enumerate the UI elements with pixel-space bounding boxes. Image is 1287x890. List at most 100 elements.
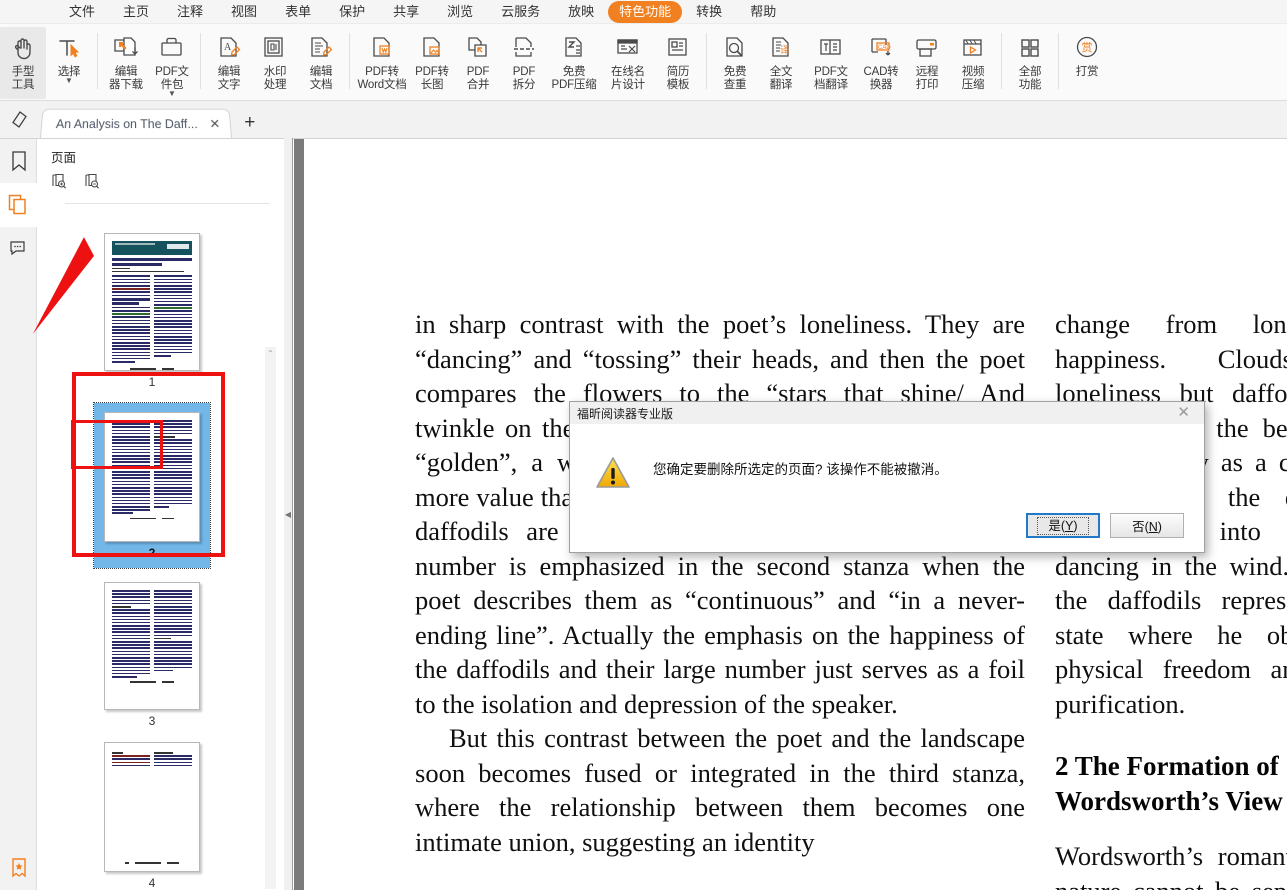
resume-template-button[interactable]: 简历 模板 xyxy=(655,27,701,92)
watermark-label: 水印 处理 xyxy=(264,66,287,92)
close-icon[interactable]: ✕ xyxy=(207,116,223,132)
sidebar-item-pages[interactable] xyxy=(0,183,37,227)
panel-divider xyxy=(65,203,270,204)
menu-item-home[interactable]: 主页 xyxy=(109,1,163,23)
video-compress-button[interactable]: 视频 压缩 xyxy=(950,27,996,92)
menu-item-convert[interactable]: 转换 xyxy=(682,1,736,23)
full-text-translate-icon: 译 xyxy=(767,31,795,65)
thumbnail-item[interactable]: 4 xyxy=(37,742,267,890)
zoom-in-page-icon[interactable] xyxy=(51,173,68,195)
ribbon-group-conversion: PDF转 Word文档 PDF转 长图 xyxy=(355,27,701,99)
menu-item-file[interactable]: 文件 xyxy=(55,1,109,23)
plagiarism-check-button[interactable]: 免费 查重 xyxy=(712,27,758,92)
page-thumbnail-1[interactable] xyxy=(104,233,200,371)
select-text-button[interactable]: 选择 ▼ xyxy=(46,27,92,84)
page-number-label: 3 xyxy=(149,714,156,728)
dialog-title: 福昕阅读器专业版 xyxy=(577,405,673,422)
edit-text-button[interactable]: A 编辑 文字 xyxy=(206,27,252,92)
resume-template-label: 简历 模板 xyxy=(667,66,690,92)
dialog-message: 您确定要删除所选定的页面? 该操作不能被撤消。 xyxy=(653,454,948,479)
cad-converter-button[interactable]: CAD CAD转 换器 xyxy=(858,27,904,92)
main-menu-bar: 文件 主页 注释 视图 表单 保护 共享 浏览 云服务 放映 特色功能 转换 帮… xyxy=(0,0,1287,24)
pdf-translate-icon xyxy=(817,31,845,65)
cad-converter-label: CAD转 换器 xyxy=(864,66,899,92)
menu-item-present[interactable]: 放映 xyxy=(554,1,608,23)
menu-item-browse[interactable]: 浏览 xyxy=(433,1,487,23)
reward-icon: 赏 xyxy=(1073,31,1101,65)
menu-item-cloud[interactable]: 云服务 xyxy=(487,1,554,23)
menu-item-help[interactable]: 帮助 xyxy=(736,1,790,23)
menu-item-share[interactable]: 共享 xyxy=(379,1,433,23)
hand-tool-label: 手型 工具 xyxy=(12,66,35,92)
body-paragraph-right-2: Wordsworth’s romantic view of nature can… xyxy=(1055,839,1287,890)
pdf-compress-button[interactable]: 免费 PDF压缩 xyxy=(547,27,601,92)
watermark-button[interactable]: 水印 处理 xyxy=(252,27,298,92)
pdf-merge-button[interactable]: PDF 合并 xyxy=(455,27,501,92)
card-design-button[interactable]: 在线名 片设计 xyxy=(601,27,655,92)
pdf-split-label: PDF 拆分 xyxy=(513,66,536,92)
panel-collapse-handle[interactable]: ◀ xyxy=(284,138,293,890)
remote-print-label: 远程 打印 xyxy=(916,66,939,92)
all-features-button[interactable]: 全部 功能 xyxy=(1007,27,1053,92)
thumbnail-panel-scrollbar[interactable]: ⌃ xyxy=(265,347,276,889)
full-text-translate-button[interactable]: 译 全文 翻译 xyxy=(758,27,804,92)
reward-button[interactable]: 赏 打赏 xyxy=(1064,27,1110,79)
editor-download-button[interactable]: 编辑 器下载 xyxy=(103,27,149,92)
menu-item-form[interactable]: 表单 xyxy=(271,1,325,23)
edit-document-icon xyxy=(307,31,335,65)
plagiarism-check-icon xyxy=(721,31,749,65)
close-icon[interactable]: ✕ xyxy=(1167,406,1200,420)
thumbnail-panel-header: 页面 xyxy=(37,139,284,204)
all-features-label: 全部 功能 xyxy=(1019,66,1042,92)
ribbon-separator xyxy=(97,33,98,89)
page-thumbnail-4[interactable] xyxy=(104,742,200,872)
menu-item-protect[interactable]: 保护 xyxy=(325,1,379,23)
edit-document-button[interactable]: 编辑 文档 xyxy=(298,27,344,92)
chevron-down-icon[interactable]: ▼ xyxy=(65,78,73,84)
remote-print-button[interactable]: 远程 打印 xyxy=(904,27,950,92)
pdf-split-button[interactable]: PDF 拆分 xyxy=(501,27,547,92)
sidebar-item-comments[interactable] xyxy=(0,227,37,271)
page-thumbnail-2[interactable] xyxy=(104,412,200,542)
yes-button[interactable]: 是(Y) xyxy=(1026,513,1100,538)
editor-download-label: 编辑 器下载 xyxy=(109,66,143,92)
ribbon-group-all: 全部 功能 xyxy=(1007,27,1053,99)
highlight-pen-icon[interactable] xyxy=(0,100,40,138)
body-paragraph-left-2: But this contrast between the poet and t… xyxy=(415,721,1025,859)
thumbnail-item[interactable]: 3 xyxy=(37,582,267,728)
no-button[interactable]: 否(N) xyxy=(1110,513,1184,538)
hand-tool-button[interactable]: 手型 工具 xyxy=(0,27,46,99)
page-thumbnail-3[interactable] xyxy=(104,582,200,710)
ribbon-separator xyxy=(349,33,350,89)
pdf-merge-label: PDF 合并 xyxy=(467,66,490,92)
page-thumbnail-panel: 页面 xyxy=(37,139,284,890)
menu-item-comment[interactable]: 注释 xyxy=(163,1,217,23)
favorite-bookmark-star-icon[interactable] xyxy=(0,845,37,890)
chevron-left-icon[interactable]: ◀ xyxy=(285,510,291,519)
chevron-down-icon[interactable]: ▼ xyxy=(168,91,176,97)
cad-converter-icon: CAD xyxy=(867,31,895,65)
pdf-translate-button[interactable]: PDF文 档翻译 xyxy=(804,27,858,92)
thumbnail-item-selected[interactable]: 2 xyxy=(37,403,267,568)
thumbnail-item[interactable]: 1 xyxy=(37,233,267,389)
scroll-up-arrow-icon[interactable]: ⌃ xyxy=(265,347,276,359)
menu-item-featured[interactable]: 特色功能 xyxy=(608,1,682,23)
document-tab[interactable]: An Analysis on The Daff... ✕ xyxy=(40,109,232,138)
pdf-page-columns: in sharp contrast with the poet’s loneli… xyxy=(415,307,1287,890)
pdf-to-word-button[interactable]: PDF转 Word文档 xyxy=(355,27,409,92)
pdf-to-image-button[interactable]: PDF转 长图 xyxy=(409,27,455,92)
edit-text-icon: A xyxy=(215,31,243,65)
new-tab-button[interactable]: + xyxy=(244,112,255,134)
menu-item-view[interactable]: 视图 xyxy=(217,1,271,23)
thumbnail-selection-highlight[interactable]: 2 xyxy=(94,403,210,568)
svg-text:CAD: CAD xyxy=(878,45,891,51)
zoom-out-page-icon[interactable] xyxy=(84,173,101,195)
delete-pages-confirm-dialog[interactable]: 福昕阅读器专业版 ✕ 您确定要删除所选定的页面? 该操作不能被撤消。 xyxy=(569,401,1205,553)
card-design-icon xyxy=(614,31,642,65)
resume-template-icon xyxy=(664,31,692,65)
pdf-merge-icon xyxy=(464,31,492,65)
pdf-portfolio-button[interactable]: PDF文 件包 ▼ xyxy=(149,27,195,97)
ribbon-separator xyxy=(1058,33,1059,89)
thumbnail-list[interactable]: 1 xyxy=(37,205,267,890)
sidebar-item-bookmarks[interactable] xyxy=(0,139,37,183)
